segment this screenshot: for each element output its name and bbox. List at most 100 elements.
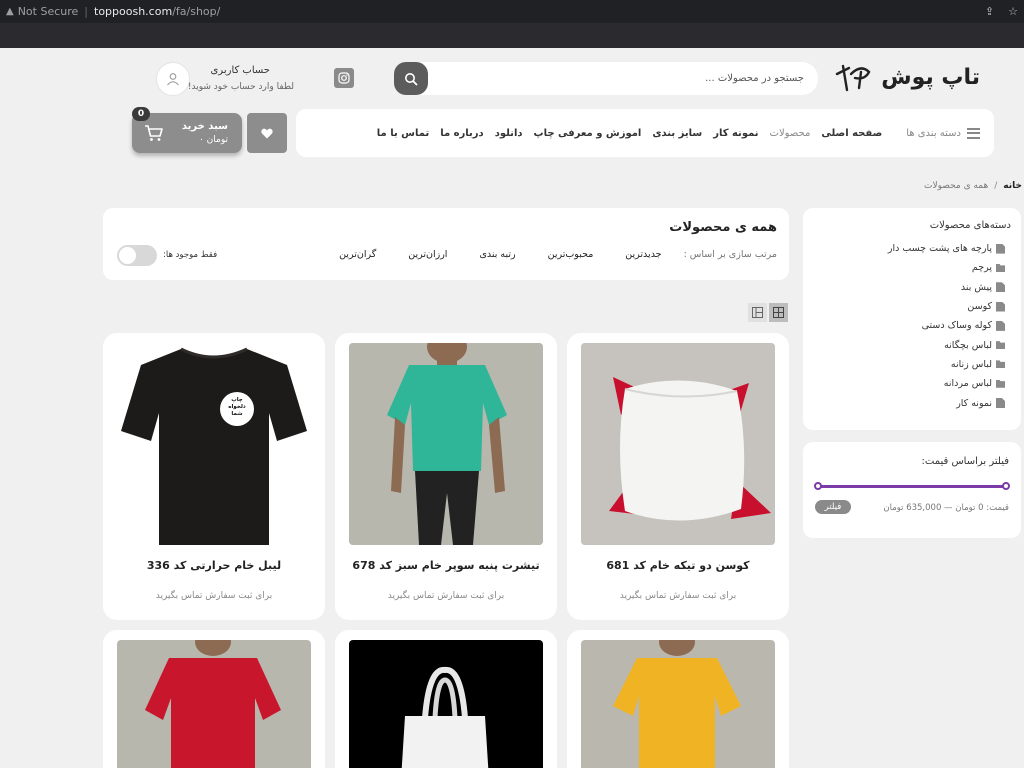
product-image[interactable] bbox=[117, 640, 311, 768]
file-icon bbox=[996, 398, 1005, 409]
security-label: Not Secure bbox=[17, 5, 79, 18]
share-icon[interactable]: ⇪ bbox=[985, 5, 994, 18]
categories-widget: دسته‌های محصولات پارچه های پشت چسب دار پ… bbox=[803, 208, 1021, 430]
nav-item-portfolio[interactable]: نمونه کار bbox=[713, 128, 758, 139]
sort-newest[interactable]: جدیدترین bbox=[625, 249, 661, 260]
url-host: toppoosh.com bbox=[94, 5, 173, 18]
breadcrumb-separator: / bbox=[994, 181, 998, 191]
nav-item-sizing[interactable]: سایز بندی bbox=[652, 128, 702, 139]
category-label: لباس زنانه bbox=[950, 358, 992, 370]
cart-button[interactable]: 0 سبد خرید تومان ۰ bbox=[132, 107, 242, 153]
category-item[interactable]: کوسن bbox=[803, 297, 1011, 316]
instagram-icon bbox=[338, 72, 350, 84]
category-label: پیش بند bbox=[960, 281, 992, 293]
tote-bag-image bbox=[349, 640, 543, 768]
nav-item-contact[interactable]: تماس با ما bbox=[377, 128, 429, 139]
breadcrumb-home[interactable]: خانه bbox=[1003, 181, 1022, 191]
in-stock-toggle[interactable] bbox=[117, 245, 157, 266]
sort-rating[interactable]: رتبه بندی bbox=[479, 249, 515, 260]
slider-min-handle[interactable] bbox=[814, 482, 822, 490]
slider-max-handle[interactable] bbox=[1002, 482, 1010, 490]
cart-icon bbox=[145, 125, 163, 141]
list-view-button[interactable] bbox=[748, 303, 767, 322]
sort-popular[interactable]: محبوب‌ترین bbox=[548, 249, 594, 260]
search-bar bbox=[394, 62, 818, 95]
sort-bar: مرتب سازی بر اساس : جدیدترین محبوب‌ترین … bbox=[307, 249, 777, 260]
category-item[interactable]: لباس زنانه bbox=[803, 355, 1011, 374]
product-name[interactable]: تیشرت پنبه سوپر خام سبز کد 678 bbox=[335, 559, 557, 572]
sort-most-expensive[interactable]: گران‌ترین bbox=[339, 249, 376, 260]
product-name[interactable]: کوسن دو تیکه خام کد 681 bbox=[567, 559, 789, 572]
wishlist-button[interactable] bbox=[247, 113, 287, 153]
nav-item-print-tutorial[interactable]: اموزش و معرفی چاپ bbox=[534, 128, 642, 139]
instagram-button[interactable] bbox=[334, 68, 354, 88]
products-header: همه ی محصولات مرتب سازی بر اساس : جدیدتر… bbox=[103, 208, 789, 280]
cart-count-badge: 0 bbox=[132, 107, 150, 121]
price-range-slider[interactable] bbox=[814, 482, 1010, 492]
file-icon bbox=[996, 301, 1005, 312]
category-item[interactable]: کوله وساک دستی bbox=[803, 316, 1011, 335]
url-path: /fa/shop/ bbox=[172, 5, 221, 18]
address-bar[interactable]: ▲ Not Secure | toppoosh.com /fa/shop/ ⇪ … bbox=[0, 0, 1024, 23]
product-card[interactable] bbox=[335, 630, 557, 768]
category-label: پرچم bbox=[971, 262, 992, 274]
category-label: کوله وساک دستی bbox=[921, 320, 992, 332]
account-title: حساب کاربری bbox=[210, 65, 270, 76]
folder-icon bbox=[996, 341, 1005, 350]
filter-button[interactable]: فیلتر bbox=[815, 500, 851, 514]
product-card[interactable]: تیشرت پنبه سوپر خام سبز کد 678 برای ثبت … bbox=[335, 333, 557, 620]
categories-menu-button[interactable]: دسته بندی ها bbox=[906, 127, 980, 139]
category-item[interactable]: پیش بند bbox=[803, 278, 1011, 297]
nav-item-products[interactable]: محصولات bbox=[770, 128, 811, 139]
slider-track bbox=[816, 485, 1008, 488]
category-label: نمونه کار bbox=[956, 397, 992, 409]
product-note: برای ثبت سفارش تماس بگیرید bbox=[387, 591, 505, 601]
breadcrumb: خانه / همه ی محصولات bbox=[924, 181, 1022, 191]
product-card[interactable]: چاپ دلخواه شما لیبل خام حرارتی کد 336 بر… bbox=[103, 333, 325, 620]
price-filter-widget: فیلتر براساس قیمت: قیمت: 0 تومان — 635,0… bbox=[803, 442, 1021, 538]
grid-view-button[interactable] bbox=[769, 303, 788, 322]
search-input[interactable] bbox=[434, 62, 810, 95]
grid-icon bbox=[773, 307, 784, 318]
product-image[interactable]: چاپ دلخواه شما bbox=[117, 343, 311, 545]
category-label: لباس بچگانه bbox=[944, 339, 992, 351]
page-title: همه ی محصولات bbox=[669, 220, 777, 235]
product-card[interactable] bbox=[567, 630, 789, 768]
user-avatar[interactable] bbox=[156, 62, 190, 96]
nav-item-home[interactable]: صفحه اصلی bbox=[821, 128, 882, 139]
product-image[interactable] bbox=[581, 640, 775, 768]
sort-label: مرتب سازی بر اساس : bbox=[683, 249, 777, 260]
nav-item-about[interactable]: درباره ما bbox=[440, 128, 484, 139]
category-item[interactable]: لباس بچگانه bbox=[803, 335, 1011, 354]
green-tshirt-image bbox=[349, 343, 543, 545]
sort-cheapest[interactable]: ارزان‌ترین bbox=[408, 249, 447, 260]
search-button[interactable] bbox=[394, 62, 428, 95]
brand-name: تاپ پوش bbox=[881, 64, 980, 90]
product-image[interactable] bbox=[349, 343, 543, 545]
search-icon bbox=[405, 72, 418, 85]
cushion-image bbox=[581, 343, 775, 545]
category-item[interactable]: پارچه های پشت چسب دار bbox=[803, 239, 1011, 258]
product-image[interactable] bbox=[581, 343, 775, 545]
category-label: لباس مردانه bbox=[943, 378, 992, 390]
product-image[interactable] bbox=[349, 640, 543, 768]
folder-icon bbox=[996, 360, 1005, 369]
account-link[interactable]: حساب کاربری لطفا وارد حساب خود شوید! bbox=[156, 62, 296, 96]
price-filter-title: فیلتر براساس قیمت: bbox=[921, 456, 1009, 467]
folder-icon bbox=[996, 379, 1005, 388]
brand-logo[interactable]: تاپ پوش bbox=[835, 60, 980, 94]
user-icon bbox=[167, 73, 179, 86]
category-item[interactable]: پرچم bbox=[803, 258, 1011, 277]
categories-title: دسته‌های محصولات bbox=[929, 220, 1011, 231]
list-icon bbox=[752, 307, 763, 318]
product-card[interactable] bbox=[103, 630, 325, 768]
category-item[interactable]: لباس مردانه bbox=[803, 374, 1011, 393]
heart-icon bbox=[261, 128, 273, 138]
product-card[interactable]: کوسن دو تیکه خام کد 681 برای ثبت سفارش ت… bbox=[567, 333, 789, 620]
category-item[interactable]: نمونه کار bbox=[803, 393, 1011, 412]
bookmark-star-icon[interactable]: ☆ bbox=[1008, 5, 1018, 18]
nav-item-download[interactable]: دانلود bbox=[495, 128, 523, 139]
product-name[interactable]: لیبل خام حرارتی کد 336 bbox=[103, 559, 325, 572]
toggle-knob bbox=[119, 247, 136, 264]
breadcrumb-current: همه ی محصولات bbox=[924, 181, 989, 191]
